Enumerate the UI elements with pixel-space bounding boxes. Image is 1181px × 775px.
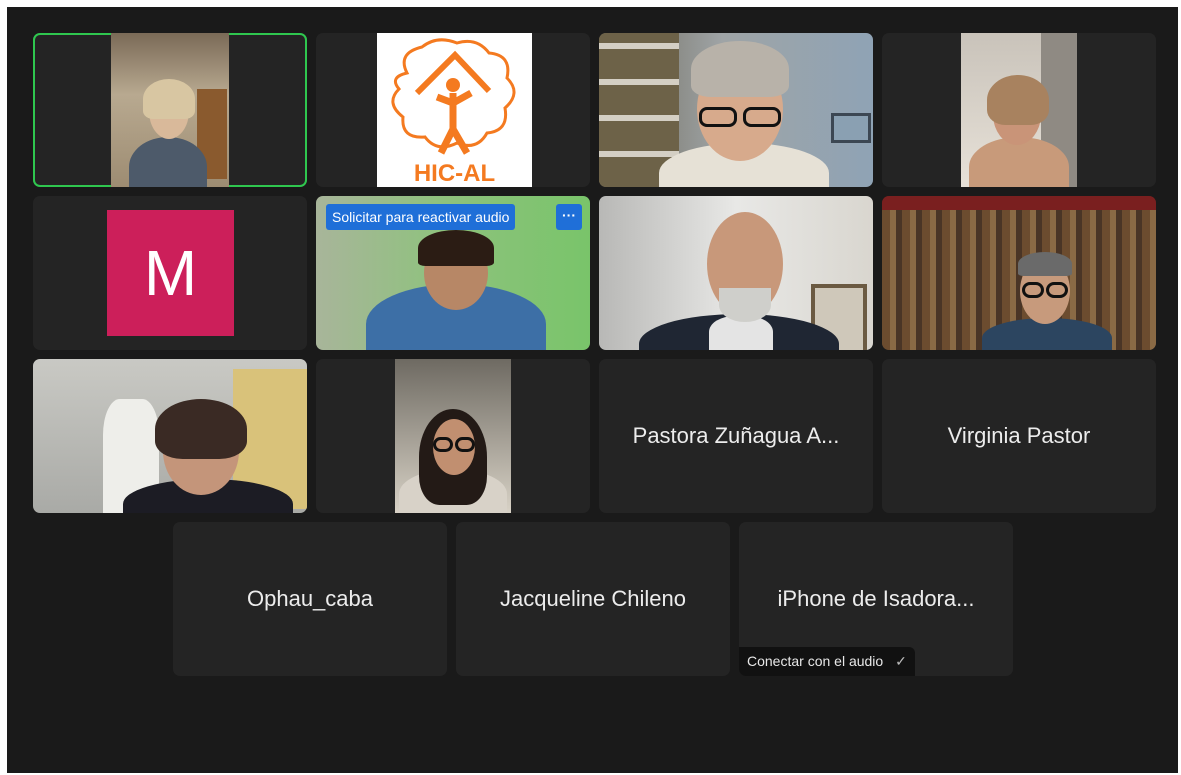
participant-tile-name[interactable]: Ophau_caba [173,522,447,676]
checkmark-icon: ✓ [895,653,907,669]
connect-audio-button[interactable]: Conectar con el audio ✓ [739,647,915,676]
glasses-shape [699,107,737,127]
participant-video [882,196,1156,350]
participant-video [395,359,511,513]
participant-video [33,359,307,513]
hair-shape [691,41,789,97]
participant-tile[interactable] [599,196,873,350]
glasses-shape [1046,282,1068,298]
beard-shape [719,288,771,322]
participant-name: Jacqueline Chileno [500,586,686,611]
participant-tile-name[interactable]: iPhone de Isadora... Conectar con el aud… [739,522,1013,676]
participant-tile-active-speaker[interactable] [33,33,307,187]
participant-tile-name[interactable]: Pastora Zuñagua A... [599,359,873,513]
participant-video [599,196,873,350]
glasses-shape [433,437,453,452]
participant-tile-logo[interactable]: HIC-AL [316,33,590,187]
logo-text: HIC-AL [413,160,496,187]
hair-shape [155,399,247,459]
hair-shape [1018,252,1072,276]
connect-audio-label: Conectar con el audio [747,653,884,669]
curtain-shape [882,196,1156,210]
participant-video [111,33,229,187]
participant-video [961,33,1077,187]
frame-shape [831,113,871,143]
meeting-window: HIC-AL M Solicitar para reactivar audio … [7,7,1178,773]
participant-name: Pastora Zuñagua A... [632,423,840,448]
participant-name: Ophau_caba [247,586,373,611]
participant-tile[interactable]: Solicitar para reactivar audio ··· [316,196,590,350]
hair-shape [143,79,195,119]
participant-tile-name[interactable]: Jacqueline Chileno [456,522,730,676]
participant-tile[interactable] [316,359,590,513]
participant-tile[interactable] [882,196,1156,350]
person-body [129,137,207,187]
participant-tile[interactable] [599,33,873,187]
participant-name: Virginia Pastor [947,423,1091,448]
participant-tile-avatar[interactable]: M [33,196,307,350]
request-audio-button[interactable]: Solicitar para reactivar audio [326,204,516,230]
participant-tile[interactable] [33,359,307,513]
glasses-shape [743,107,781,127]
logo-video: HIC-AL [377,33,532,187]
participant-video [599,33,873,187]
avatar: M [107,210,234,336]
glasses-shape [1022,282,1044,298]
participant-tile[interactable] [882,33,1156,187]
participant-tile-name[interactable]: Virginia Pastor [882,359,1156,513]
hair-shape [987,75,1049,125]
more-options-button[interactable]: ··· [556,204,582,230]
glasses-shape [455,437,475,452]
hair-shape [418,230,494,266]
